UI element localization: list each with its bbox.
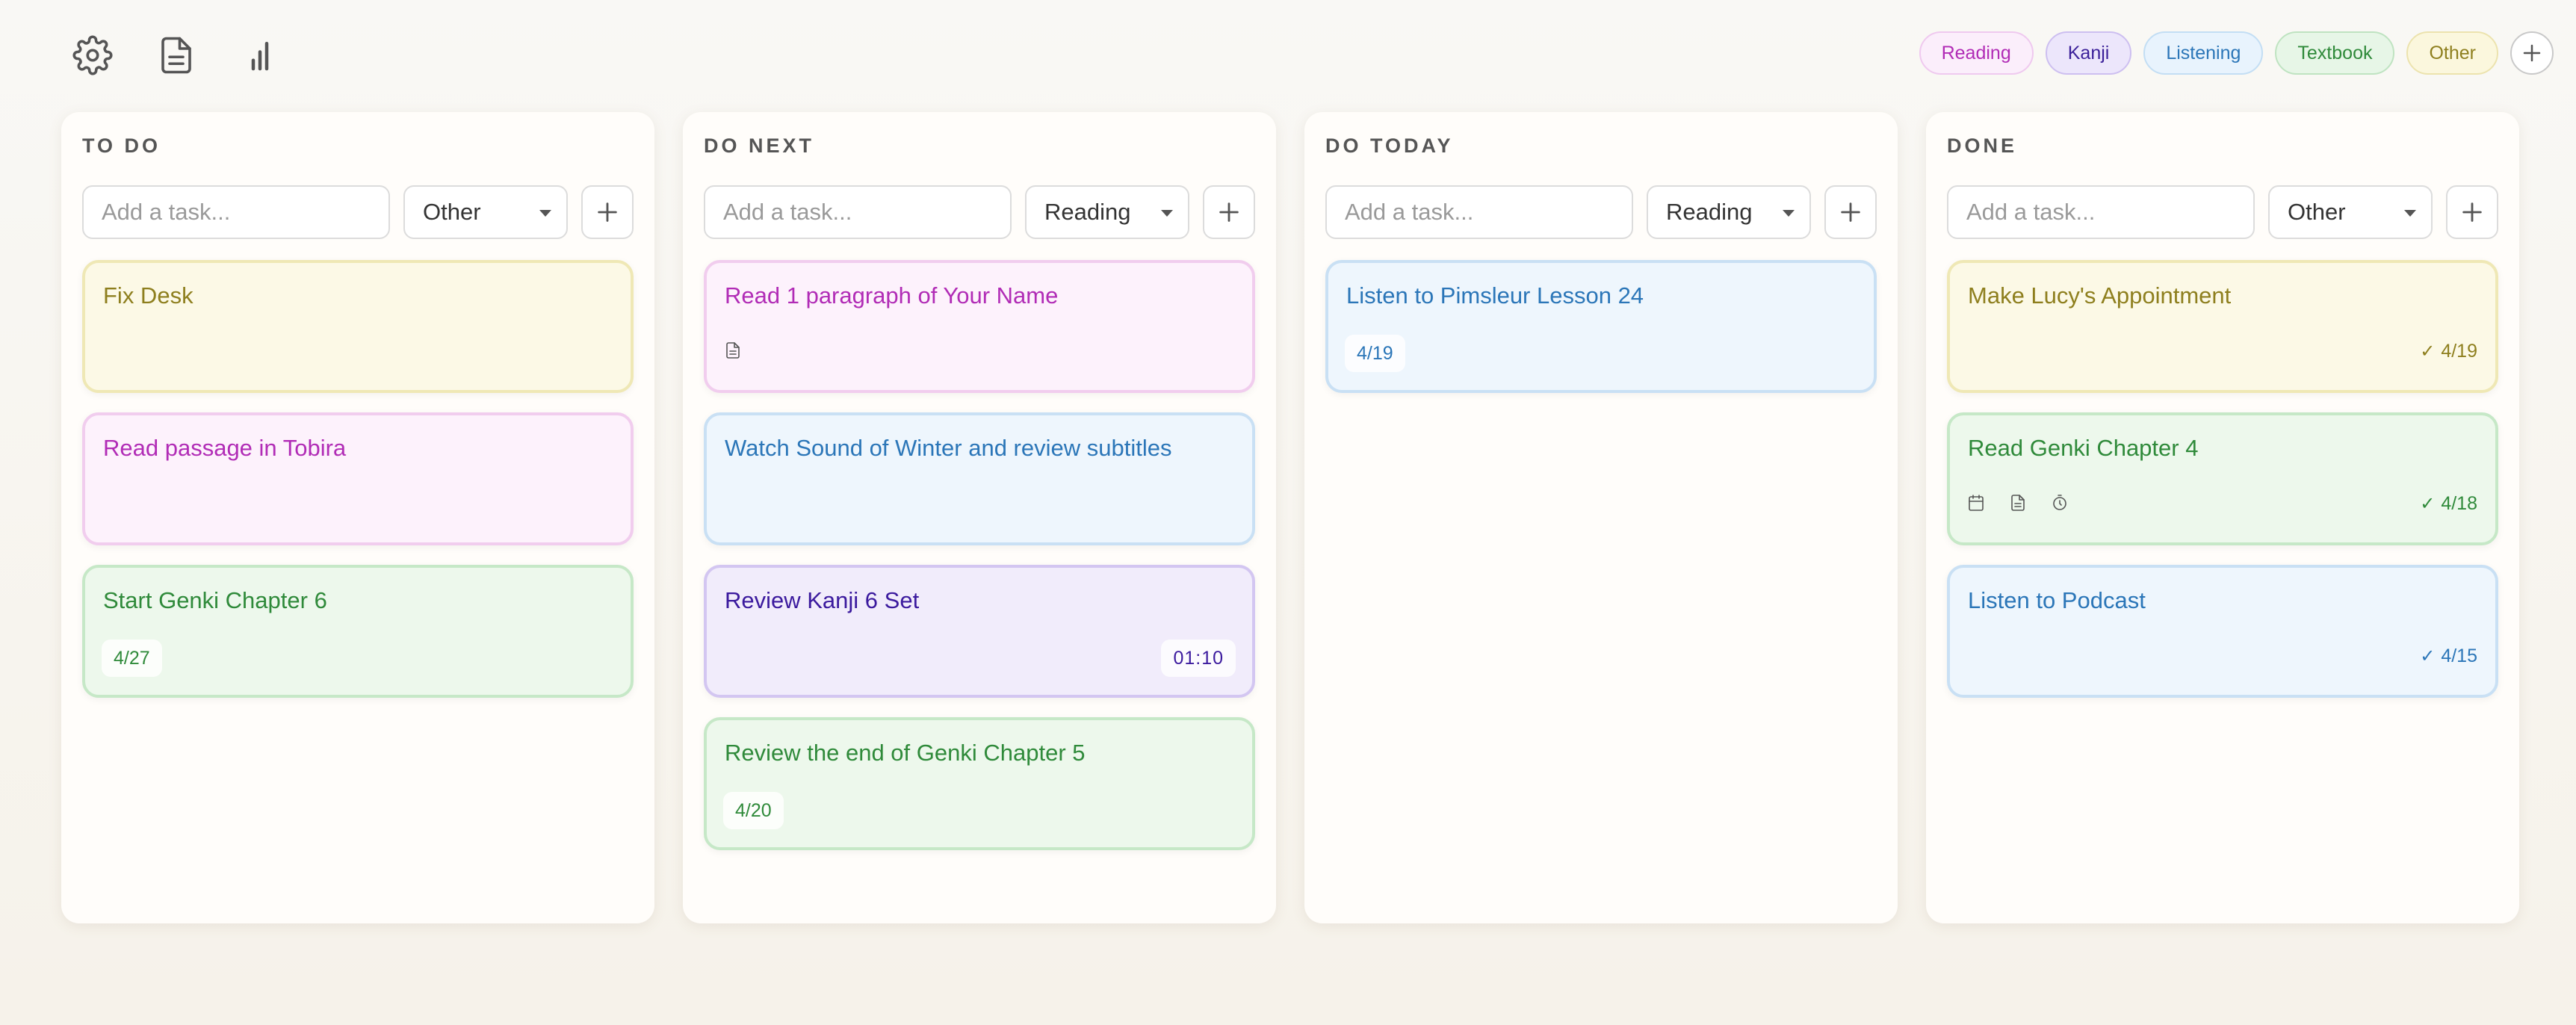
completed-date-value: 4/18: [2441, 493, 2477, 514]
task-card[interactable]: Listen to Pimsleur Lesson 24 4/19: [1325, 260, 1877, 393]
category-select[interactable]: Reading: [1025, 185, 1189, 239]
task-title: Fix Desk: [103, 282, 193, 309]
task-title: Watch Sound of Winter and review subtitl…: [725, 435, 1172, 461]
completed-date: ✓ 4/15: [2420, 645, 2477, 667]
timer-badge: 01:10: [1161, 640, 1236, 677]
column-do-today: DO TODAY Reading Listen to Pimsleur Less…: [1304, 112, 1898, 923]
task-adder: Reading: [1325, 185, 1877, 239]
column-title: TO DO: [82, 134, 161, 157]
add-task-button[interactable]: [1824, 185, 1877, 239]
due-date-badge: 4/19: [1345, 335, 1405, 372]
category-select-value: Other: [423, 199, 481, 225]
top-toolbar: Reading Kanji Listening Textbook Other: [0, 0, 2576, 105]
task-title: Listen to Podcast: [1968, 587, 2146, 613]
task-title: Read Genki Chapter 4: [1968, 435, 2199, 461]
task-input[interactable]: [82, 185, 390, 239]
task-input[interactable]: [704, 185, 1012, 239]
add-task-button[interactable]: [2446, 185, 2498, 239]
add-task-button[interactable]: [581, 185, 634, 239]
task-title: Review the end of Genki Chapter 5: [725, 740, 1086, 766]
task-title: Listen to Pimsleur Lesson 24: [1346, 282, 1644, 309]
task-adder: Reading: [704, 185, 1255, 239]
check-icon: ✓: [2420, 341, 2436, 362]
card-list: Read 1 paragraph of Your Name Watch Sound…: [704, 260, 1255, 870]
category-select[interactable]: Other: [2268, 185, 2433, 239]
plus-icon: [2462, 202, 2482, 222]
task-input[interactable]: [1947, 185, 2255, 239]
plus-icon: [1219, 202, 1239, 222]
completed-date: ✓ 4/19: [2420, 341, 2477, 362]
kanban-board: TO DO Other Fix Desk Read passage in Tobi…: [61, 112, 2519, 923]
card-list: Fix Desk Read passage in Tobira Start Genk…: [82, 260, 634, 717]
completed-date: ✓ 4/18: [2420, 493, 2477, 515]
task-card[interactable]: Review the end of Genki Chapter 5 4/20: [704, 717, 1255, 850]
document-icon[interactable]: [151, 30, 202, 81]
document-icon[interactable]: [723, 341, 743, 360]
task-card[interactable]: Read Genki Chapter 4 ✓ 4/18: [1947, 412, 2498, 545]
category-select-value: Other: [2288, 199, 2346, 225]
calendar-icon[interactable]: [1966, 493, 1986, 512]
task-card[interactable]: Make Lucy's Appointment ✓ 4/19: [1947, 260, 2498, 393]
category-select[interactable]: Reading: [1647, 185, 1811, 239]
card-list: Make Lucy's Appointment ✓ 4/19 Read Genki C…: [1947, 260, 2498, 717]
completed-date-value: 4/19: [2441, 341, 2477, 362]
gear-icon[interactable]: [67, 30, 118, 81]
category-select-value: Reading: [1044, 199, 1131, 225]
column-title: DONE: [1947, 134, 2018, 157]
category-select[interactable]: Other: [403, 185, 568, 239]
column-title: DO NEXT: [704, 134, 815, 157]
task-card[interactable]: Read 1 paragraph of Your Name: [704, 260, 1255, 393]
task-card[interactable]: Watch Sound of Winter and review subtitl…: [704, 412, 1255, 545]
task-title: Start Genki Chapter 6: [103, 587, 327, 613]
document-icon[interactable]: [2008, 493, 2028, 512]
plus-icon: [1841, 202, 1860, 222]
tag-textbook[interactable]: Textbook: [2275, 31, 2395, 75]
task-title: Read passage in Tobira: [103, 435, 347, 461]
task-title: Make Lucy's Appointment: [1968, 282, 2232, 309]
bar-chart-icon[interactable]: [235, 30, 285, 81]
task-card[interactable]: Listen to Podcast ✓ 4/15: [1947, 565, 2498, 698]
task-card[interactable]: Read passage in Tobira: [82, 412, 634, 545]
tag-other[interactable]: Other: [2406, 31, 2498, 75]
tag-listening[interactable]: Listening: [2143, 31, 2264, 75]
add-task-button[interactable]: [1203, 185, 1255, 239]
completed-date-value: 4/15: [2441, 645, 2477, 666]
caret-down-icon: [1783, 210, 1795, 217]
card-icons: [723, 341, 743, 360]
task-card[interactable]: Start Genki Chapter 6 4/27: [82, 565, 634, 698]
task-title: Review Kanji 6 Set: [725, 587, 920, 613]
tag-reading[interactable]: Reading: [1919, 31, 2034, 75]
caret-down-icon: [539, 210, 551, 217]
task-adder: Other: [1947, 185, 2498, 239]
caret-down-icon: [1161, 210, 1173, 217]
task-card[interactable]: Fix Desk: [82, 260, 634, 393]
column-done: DONE Other Make Lucy's Appointment✓4/19R…: [1926, 112, 2519, 923]
column-title: DO TODAY: [1325, 134, 1454, 157]
category-select-value: Reading: [1666, 199, 1753, 225]
add-tag-button[interactable]: [2510, 31, 2554, 75]
check-icon: ✓: [2420, 494, 2436, 514]
due-date-badge: 4/20: [723, 792, 784, 829]
column-do-next: DO NEXT Reading Read 1 paragraph of Your…: [683, 112, 1276, 923]
timer-icon[interactable]: [2050, 493, 2069, 512]
card-icons: [1966, 493, 2069, 512]
task-input[interactable]: [1325, 185, 1633, 239]
task-title: Read 1 paragraph of Your Name: [725, 282, 1059, 309]
caret-down-icon: [2404, 210, 2416, 217]
category-tags: Reading Kanji Listening Textbook Other: [1919, 30, 2554, 76]
card-list: Listen to Pimsleur Lesson 24 4/19: [1325, 260, 1877, 412]
check-icon: ✓: [2420, 646, 2436, 666]
plus-icon: [598, 202, 617, 222]
task-adder: Other: [82, 185, 634, 239]
plus-icon: [2523, 44, 2541, 62]
tag-kanji[interactable]: Kanji: [2045, 31, 2132, 75]
task-card[interactable]: Review Kanji 6 Set 01:10: [704, 565, 1255, 698]
column-to-do: TO DO Other Fix Desk Read passage in Tobi…: [61, 112, 654, 923]
due-date-badge: 4/27: [102, 640, 162, 677]
